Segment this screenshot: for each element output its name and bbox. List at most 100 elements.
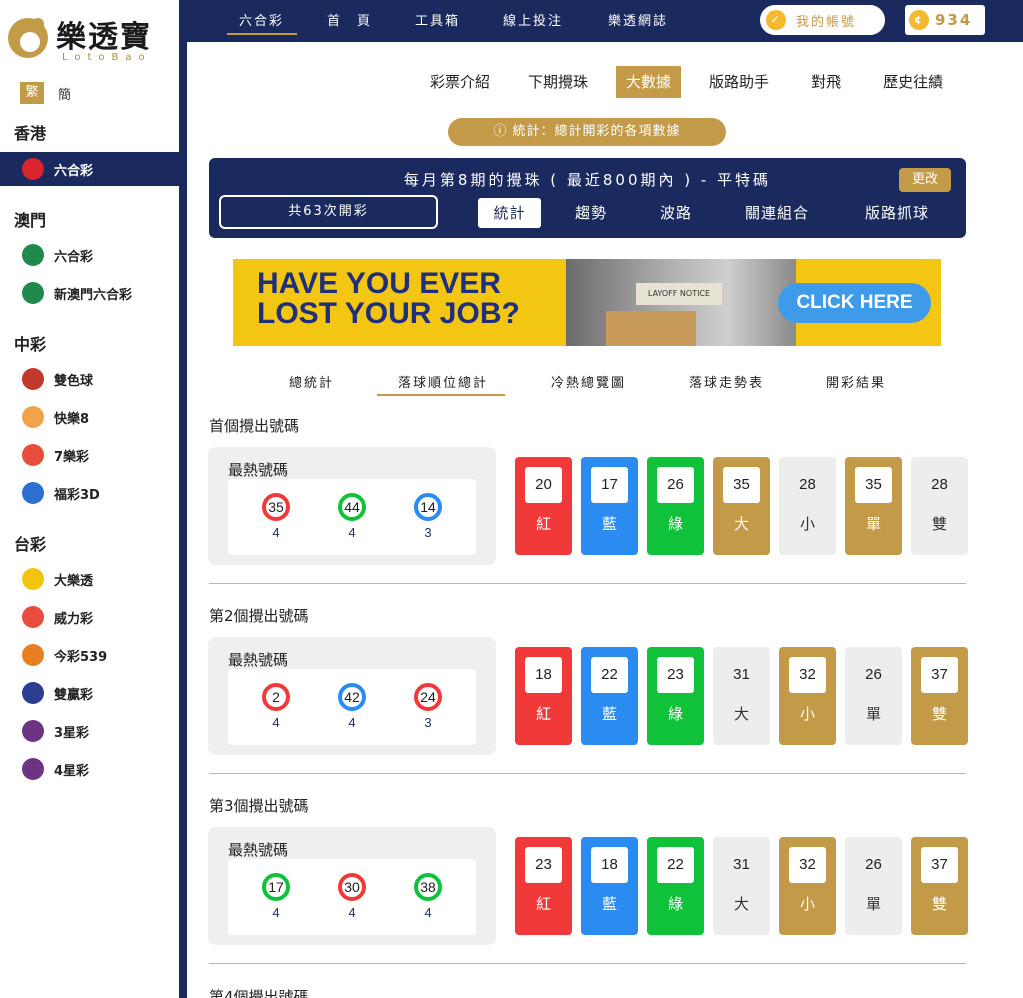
tab-pairing[interactable]: 對飛	[801, 66, 851, 98]
stat-box: 28 雙	[911, 457, 968, 555]
ad-click-button[interactable]: CLICK HERE	[778, 283, 931, 323]
stat-count: 18	[525, 657, 562, 693]
sidebar-item-four-star[interactable]: 4星彩	[22, 758, 89, 780]
number-ball-count: 4	[348, 525, 356, 540]
tab-pattern-helper[interactable]: 版路助手	[699, 66, 779, 98]
ad-notice: LAYOFF NOTICE	[636, 283, 722, 305]
sidebar-item-welfare-3d[interactable]: 福彩3D	[22, 482, 100, 504]
sidebar-item-new-macau[interactable]: 新澳門六合彩	[22, 282, 132, 304]
topnav-home[interactable]: 首 頁	[327, 10, 372, 29]
tab-hot-cold[interactable]: 冷熱總覽圖	[551, 372, 626, 391]
stat-box: 22 藍	[581, 647, 638, 745]
hot-number-item: 35 4	[256, 493, 296, 540]
panel-tab-trend[interactable]: 趨勢	[564, 198, 618, 228]
stat-count: 22	[591, 657, 628, 693]
stat-label: 小	[799, 515, 815, 533]
stat-label: 雙	[931, 515, 947, 533]
stat-count: 26	[865, 856, 882, 873]
section-divider	[209, 963, 966, 964]
region-china: 中彩	[14, 335, 47, 354]
tab-position-stats[interactable]: 落球順位總計	[398, 372, 488, 391]
hot-number-item: 44 4	[332, 493, 372, 540]
stat-box: 31 大	[713, 837, 770, 935]
sidebar-item-macau-mark-six[interactable]: 六合彩	[22, 244, 93, 266]
stat-box: 31 大	[713, 647, 770, 745]
my-account-button[interactable]: ✓ 我的帳號	[760, 5, 885, 35]
stat-label: 綠	[667, 705, 683, 723]
stat-count: 26	[865, 666, 882, 683]
page: 樂透寶 LotoBao 繁 簡 香港 六合彩 澳門 六合彩 新澳門六合彩 中彩 …	[0, 0, 1023, 998]
stat-box: 32 小	[779, 837, 836, 935]
stat-box: 18 紅	[515, 647, 572, 745]
ad-banner[interactable]: HAVE YOU EVER LOST YOUR JOB? LAYOFF NOTI…	[233, 259, 941, 346]
stat-count: 37	[921, 847, 958, 883]
sidebar-item-label: 快樂8	[54, 411, 90, 427]
tab-position-trend[interactable]: 落球走勢表	[689, 372, 764, 391]
panel-tab-wave[interactable]: 波路	[649, 198, 703, 228]
sidebar-item-double-color[interactable]: 雙色球	[22, 368, 93, 390]
hot-numbers-list: 17 4 30 4 38 4	[228, 859, 476, 935]
stat-box: 22 綠	[647, 837, 704, 935]
stat-count: 32	[789, 847, 826, 883]
stat-count: 32	[789, 657, 826, 693]
coin-balance[interactable]: ¢ 934	[905, 5, 985, 35]
sidebar-item-happy8[interactable]: 快樂8	[22, 406, 89, 428]
lottery-subtabs: 彩票介紹 下期攪珠 大數據 版路助手 對飛 歷史往績	[420, 66, 953, 98]
sidebar-border	[179, 0, 187, 998]
stat-label: 紅	[535, 895, 551, 913]
hot-numbers-list: 2 4 42 4 24 3	[228, 669, 476, 745]
tab-total-stats[interactable]: 總統計	[289, 372, 334, 391]
change-button[interactable]: 更改	[899, 168, 951, 192]
stat-label: 小	[799, 705, 815, 723]
sidebar-item-power-lotto[interactable]: 威力彩	[22, 606, 93, 628]
sidebar-item-label: 雙贏彩	[54, 687, 94, 703]
logo[interactable]: 樂透寶 LotoBao	[4, 8, 174, 64]
number-ball: 44	[338, 493, 366, 521]
tab-introduction[interactable]: 彩票介紹	[420, 66, 500, 98]
topnav-toolbox[interactable]: 工具箱	[415, 10, 460, 29]
hot-number-item: 24 3	[408, 683, 448, 730]
language-switch: 繁 簡	[20, 82, 71, 104]
stat-count: 35	[855, 467, 892, 503]
number-ball: 42	[338, 683, 366, 711]
topnav-mark-six[interactable]: 六合彩	[239, 10, 284, 29]
sidebar: 樂透寶 LotoBao 繁 簡 香港 六合彩 澳門 六合彩 新澳門六合彩 中彩 …	[0, 0, 179, 998]
sidebar-item-label: 新澳門六合彩	[54, 287, 133, 303]
tab-big-data[interactable]: 大數據	[616, 66, 682, 98]
sidebar-item-seven-lotto[interactable]: 7樂彩	[22, 444, 89, 466]
stat-box: 23 紅	[515, 837, 572, 935]
daily-539-icon	[22, 644, 44, 666]
panel-tab-pattern-pick[interactable]: 版路抓球	[857, 198, 937, 228]
sidebar-item-three-star[interactable]: 3星彩	[22, 720, 89, 742]
sidebar-item-double-win[interactable]: 雙贏彩	[22, 682, 93, 704]
lang-traditional-button[interactable]: 繁	[20, 82, 44, 104]
number-ball: 24	[414, 683, 442, 711]
account-badge-icon: ✓	[766, 10, 786, 30]
tab-next-draw[interactable]: 下期攪珠	[518, 66, 598, 98]
panel-tab-related[interactable]: 關連組合	[737, 198, 817, 228]
lang-simplified-button[interactable]: 簡	[58, 84, 71, 103]
topnav-online-betting[interactable]: 線上投注	[503, 10, 563, 29]
tab-draw-results[interactable]: 開彩結果	[826, 372, 886, 391]
sidebar-item-hk-mark-six[interactable]: 六合彩	[22, 158, 93, 180]
stat-count: 23	[657, 657, 694, 693]
stat-label: 藍	[601, 895, 617, 913]
number-ball: 17	[262, 873, 290, 901]
hot-number-item: 14 3	[408, 493, 448, 540]
stat-label: 紅	[535, 705, 551, 723]
topnav-blog[interactable]: 樂透網誌	[608, 10, 668, 29]
sidebar-item-label: 3星彩	[54, 725, 90, 741]
logo-mark-icon	[8, 18, 48, 58]
number-ball: 38	[414, 873, 442, 901]
stat-box: 18 藍	[581, 837, 638, 935]
stat-count: 23	[525, 847, 562, 883]
stats-info-pill: ⓘ 統計：總計開彩的各項數據	[448, 118, 726, 146]
hot-number-item: 17 4	[256, 873, 296, 920]
sidebar-item-daily-539[interactable]: 今彩539	[22, 644, 107, 666]
panel-tab-statistics[interactable]: 統計	[478, 198, 541, 228]
tab-history[interactable]: 歷史往績	[873, 66, 953, 98]
number-ball-count: 4	[348, 905, 356, 920]
sidebar-item-big-lotto[interactable]: 大樂透	[22, 568, 93, 590]
stat-box: 32 小	[779, 647, 836, 745]
stat-box: 26 綠	[647, 457, 704, 555]
